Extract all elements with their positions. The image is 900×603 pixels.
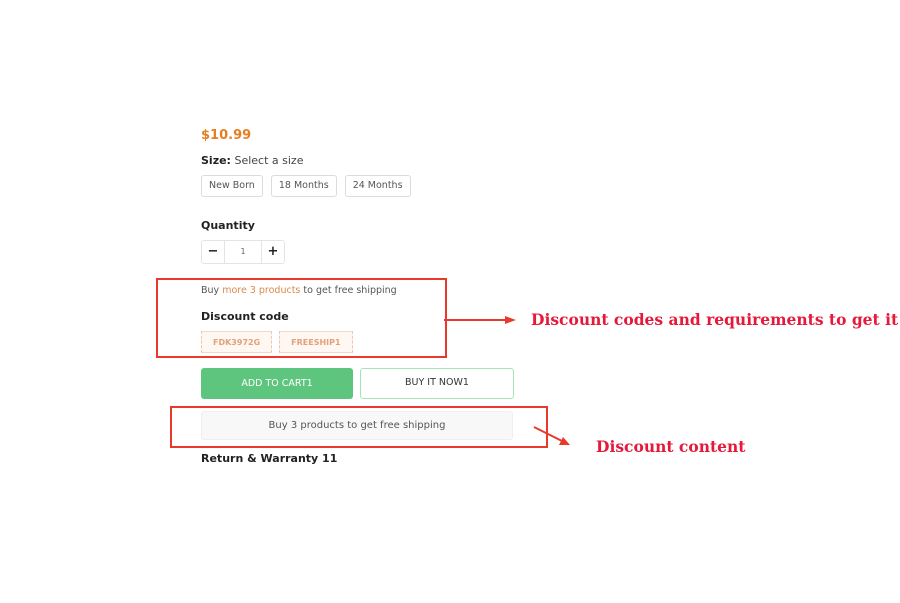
annotation-arrows <box>444 316 570 445</box>
annotation-label-discount-content: Discount content <box>596 437 746 456</box>
annotation-arrow-1 <box>444 316 516 324</box>
annotation-arrow-2 <box>533 426 570 445</box>
annotation-label-discount-codes: Discount codes and requirements to get i… <box>531 310 899 329</box>
